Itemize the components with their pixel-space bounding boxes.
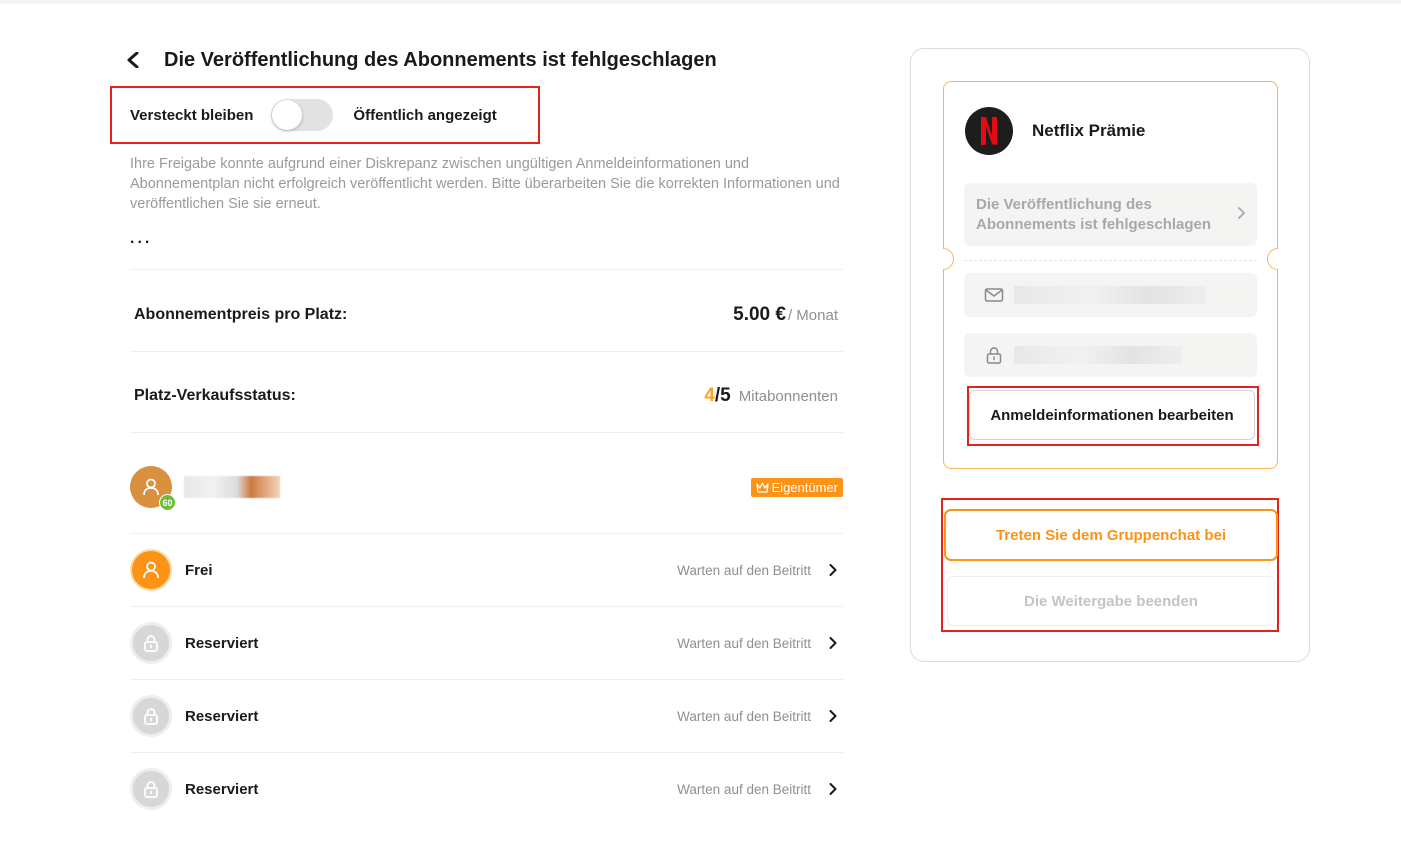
divider xyxy=(130,269,843,270)
seats-total: 5 xyxy=(720,385,731,406)
email-blurred xyxy=(1014,286,1206,304)
owner-row: 60 Eigentümer xyxy=(130,466,843,511)
member-avatar xyxy=(130,549,172,591)
edit-credentials-button[interactable]: Anmeldeinformationen bearbeiten xyxy=(969,390,1255,440)
owner-avatar[interactable]: 60 xyxy=(130,466,176,511)
hidden-label: Versteckt bleiben xyxy=(130,106,254,124)
stop-sharing-button[interactable]: Die Weitergabe beenden xyxy=(947,576,1275,626)
subscription-details: Die Veröffentlichung des Abonnements ist… xyxy=(110,40,843,810)
password-field xyxy=(964,333,1257,377)
price-unit: / Monat xyxy=(787,307,838,324)
public-label: Öffentlich angezeigt xyxy=(353,106,497,124)
switch-knob xyxy=(272,100,303,130)
member-name: Reserviert xyxy=(185,634,259,652)
member-row[interactable]: Reserviert Warten auf den Beitritt xyxy=(130,768,843,810)
service-name: Netflix Prämie xyxy=(1032,121,1146,140)
seats-unit: Mitabonnenten xyxy=(738,388,838,405)
member-row[interactable]: Reserviert Warten auf den Beitritt xyxy=(130,695,843,737)
page-header: Die Veröffentlichung des Abonnements ist… xyxy=(126,40,843,80)
service-header: Netflix Prämie xyxy=(965,107,1145,155)
member-avatar xyxy=(130,622,172,664)
seats-sold: 4 xyxy=(704,385,715,406)
email-field xyxy=(964,273,1257,317)
visibility-switch[interactable] xyxy=(271,99,334,131)
member-row[interactable]: Reserviert Warten auf den Beitritt xyxy=(130,622,843,664)
seat-status-row: Platz-Verkaufsstatus: 4 / 5 Mitabonnente… xyxy=(130,376,843,416)
member-avatar xyxy=(130,695,172,737)
join-group-chat-button[interactable]: Treten Sie dem Gruppenchat bei xyxy=(944,509,1278,561)
member-status: Warten auf den Beitritt xyxy=(677,562,811,578)
crown-icon xyxy=(755,481,769,493)
visibility-toggle-row: Versteckt bleiben Öffentlich angezeigt xyxy=(110,86,540,144)
mail-icon xyxy=(984,288,1004,302)
price-value: 5.00 € xyxy=(733,304,786,325)
publish-status-text: Die Veröffentlichung des Abonnements ist… xyxy=(976,195,1212,233)
subscription-ticket: Netflix Prämie Die Veröffentlichung des … xyxy=(943,81,1278,469)
member-status: Warten auf den Beitritt xyxy=(677,708,811,724)
lock-icon xyxy=(144,635,158,652)
subscription-panel: Netflix Prämie Die Veröffentlichung des … xyxy=(910,48,1310,662)
member-name: Frei xyxy=(185,561,213,579)
chevron-right-icon[interactable] xyxy=(823,706,843,726)
password-blurred xyxy=(1014,346,1182,364)
divider xyxy=(130,606,843,607)
member-status: Warten auf den Beitritt xyxy=(677,781,811,797)
user-icon xyxy=(143,478,159,496)
page-title: Die Veröffentlichung des Abonnements ist… xyxy=(164,48,717,71)
member-avatar xyxy=(130,768,172,810)
chevron-left-icon xyxy=(127,52,139,68)
ticket-divider xyxy=(964,260,1257,261)
owner-badge: Eigentümer xyxy=(750,477,843,497)
failure-description: Ihre Freigabe konnte aufgrund einer Disk… xyxy=(130,156,840,212)
divider xyxy=(130,679,843,680)
ticket-notch xyxy=(943,248,954,270)
member-name: Reserviert xyxy=(185,707,259,725)
chevron-right-icon[interactable] xyxy=(823,633,843,653)
actions-highlight: Treten Sie dem Gruppenchat bei Die Weite… xyxy=(941,498,1279,632)
divider xyxy=(130,351,843,352)
chevron-right-icon xyxy=(1238,206,1245,224)
owner-badge-label: Eigentümer xyxy=(771,479,838,495)
edit-credentials-highlight: Anmeldeinformationen bearbeiten xyxy=(967,386,1259,446)
lock-icon xyxy=(144,781,158,798)
divider xyxy=(130,432,843,433)
top-bar xyxy=(0,0,1401,4)
level-badge: 60 xyxy=(159,494,176,511)
back-button[interactable] xyxy=(126,45,156,75)
seat-status-label: Platz-Verkaufsstatus: xyxy=(134,387,296,404)
user-icon xyxy=(143,561,159,579)
member-status: Warten auf den Beitritt xyxy=(677,635,811,651)
lock-icon xyxy=(144,708,158,725)
member-row[interactable]: Frei Warten auf den Beitritt xyxy=(130,549,843,591)
chevron-right-icon[interactable] xyxy=(823,779,843,799)
more-button[interactable]: ... xyxy=(130,230,152,248)
price-label: Abonnementpreis pro Platz: xyxy=(134,306,348,323)
divider xyxy=(130,752,843,753)
owner-name-blurred xyxy=(184,476,280,498)
netflix-logo-icon xyxy=(965,107,1013,155)
chevron-right-icon[interactable] xyxy=(823,560,843,580)
publish-status-box[interactable]: Die Veröffentlichung des Abonnements ist… xyxy=(964,183,1257,246)
price-row: Abonnementpreis pro Platz: 5.00 € / Mona… xyxy=(130,295,843,335)
member-name: Reserviert xyxy=(185,780,259,798)
divider xyxy=(130,533,843,534)
ticket-notch xyxy=(1267,248,1278,270)
lock-icon xyxy=(986,347,1002,364)
